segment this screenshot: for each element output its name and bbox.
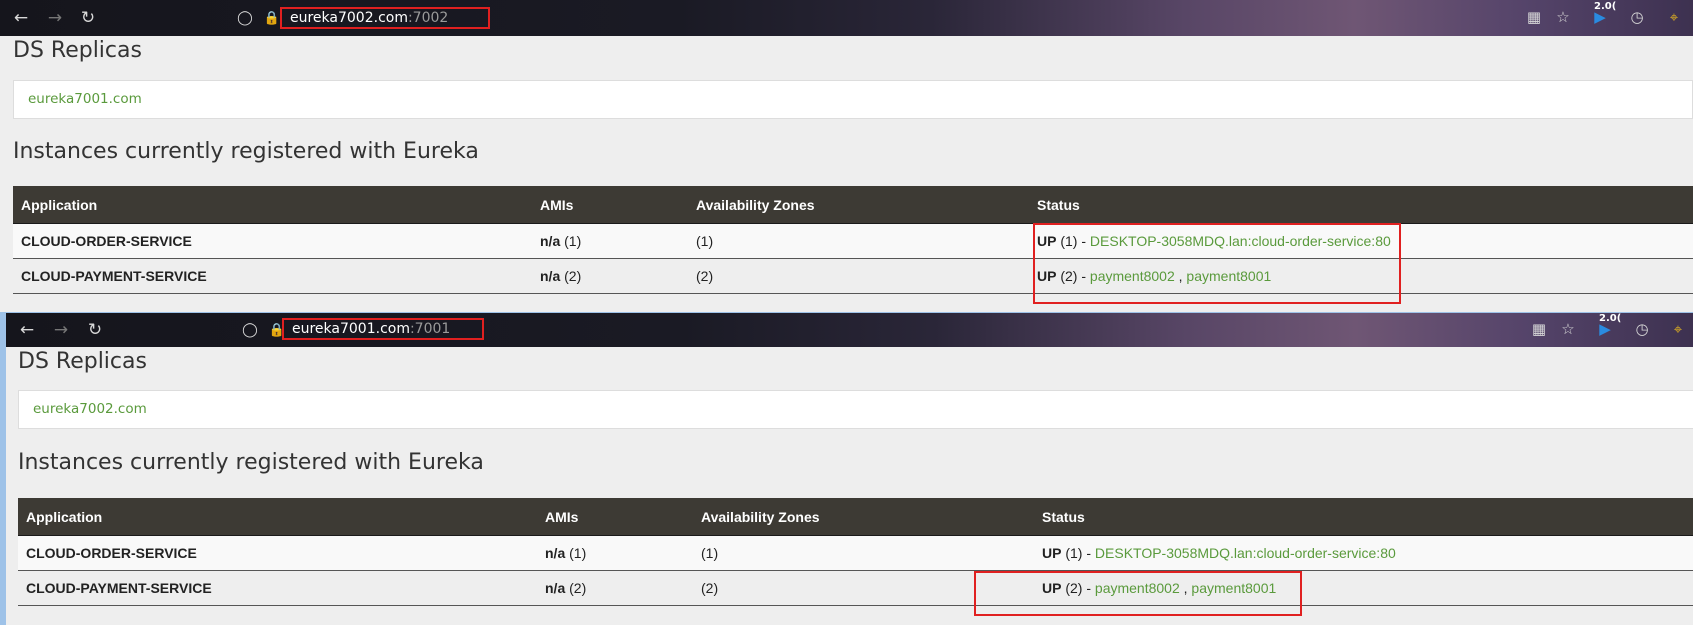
instance-link[interactable]: payment8002 [1090, 268, 1175, 284]
ami-cell: n/a (2) [532, 258, 688, 294]
zones-cell: (1) [688, 223, 1029, 259]
column-header-zones: Availability Zones [693, 498, 1034, 536]
replica-link[interactable]: eureka7002.com [33, 401, 147, 417]
application-name: CLOUD-PAYMENT-SERVICE [18, 570, 537, 606]
browser-toolbar: ← → ↻ ◯ 🔒 eureka7001.com:7001 ▦ ☆ ▶ 2.0(… [6, 313, 1693, 347]
ami-cell: n/a (1) [532, 223, 688, 259]
extension-badge: 2.0( [1594, 1, 1617, 12]
clock-icon[interactable]: ◷ [1627, 7, 1647, 27]
column-header-zones: Availability Zones [688, 186, 1029, 224]
ami-count: (1) [560, 233, 582, 249]
ami-na: n/a [540, 233, 561, 249]
status-count: (2) - [1056, 268, 1090, 284]
back-arrow-icon[interactable]: ← [9, 6, 33, 30]
column-header-amis: AMIs [532, 186, 688, 224]
qr-code-icon[interactable]: ▦ [1529, 319, 1549, 339]
status-up: UP [1042, 580, 1062, 596]
reload-icon[interactable]: ↻ [76, 6, 100, 30]
back-arrow-icon[interactable]: ← [15, 318, 39, 342]
column-header-application: Application [13, 186, 532, 224]
instances-table: Application AMIs Availability Zones Stat… [18, 498, 1693, 606]
link-separator: , [1174, 268, 1187, 284]
ami-na: n/a [545, 545, 566, 561]
shield-icon[interactable]: ◯ [238, 318, 262, 342]
column-header-application: Application [18, 498, 537, 536]
table-row: CLOUD-ORDER-SERVICE n/a (1) (1) UP (1) -… [18, 535, 1693, 571]
zones-cell: (1) [693, 535, 1034, 571]
status-up: UP [1042, 545, 1062, 561]
instance-link[interactable]: payment8001 [1191, 580, 1276, 596]
table-row: CLOUD-ORDER-SERVICE n/a (1) (1) UP (1) -… [13, 223, 1693, 259]
ami-cell: n/a (2) [537, 570, 693, 606]
url-host: eureka7001.com [292, 321, 410, 337]
instance-link[interactable]: payment8001 [1186, 268, 1271, 284]
address-bar[interactable]: eureka7001.com:7001 [282, 318, 484, 340]
ami-na: n/a [545, 580, 566, 596]
status-cell: UP (1) - DESKTOP-3058MDQ.lan:cloud-order… [1029, 223, 1693, 259]
application-name: CLOUD-PAYMENT-SERVICE [13, 258, 532, 294]
crop-icon[interactable]: ⌖ [1664, 7, 1684, 27]
instance-link[interactable]: DESKTOP-3058MDQ.lan:cloud-order-service:… [1095, 545, 1396, 561]
bookmark-star-icon[interactable]: ☆ [1558, 319, 1578, 339]
status-up: UP [1037, 233, 1057, 249]
forward-arrow-icon[interactable]: → [43, 6, 67, 30]
ds-replicas-heading: DS Replicas [13, 38, 142, 63]
browser-window-7001: ← → ↻ ◯ 🔒 eureka7001.com:7001 ▦ ☆ ▶ 2.0(… [0, 312, 1693, 625]
qr-code-icon[interactable]: ▦ [1524, 7, 1544, 27]
application-name: CLOUD-ORDER-SERVICE [18, 535, 537, 571]
reload-icon[interactable]: ↻ [83, 318, 107, 342]
ami-cell: n/a (1) [537, 535, 693, 571]
table-header-row: Application AMIs Availability Zones Stat… [13, 186, 1693, 224]
column-header-amis: AMIs [537, 498, 693, 536]
url-port: :7002 [407, 10, 449, 26]
ami-count: (2) [560, 268, 582, 284]
instances-heading: Instances currently registered with Eure… [18, 450, 484, 475]
zones-cell: (2) [688, 258, 1029, 294]
clock-icon[interactable]: ◷ [1632, 319, 1652, 339]
ami-count: (1) [565, 545, 587, 561]
ami-count: (2) [565, 580, 587, 596]
browser-window-7002: ← → ↻ ◯ 🔒 eureka7002.com:7002 ▦ ☆ ▶ 2.0(… [0, 0, 1693, 312]
instance-link[interactable]: DESKTOP-3058MDQ.lan:cloud-order-service:… [1090, 233, 1391, 249]
extension-badge: 2.0( [1599, 313, 1622, 324]
instances-heading: Instances currently registered with Eure… [13, 139, 479, 164]
status-count: (2) - [1061, 580, 1095, 596]
status-count: (1) - [1056, 233, 1090, 249]
application-name: CLOUD-ORDER-SERVICE [13, 223, 532, 259]
crop-icon[interactable]: ⌖ [1668, 319, 1688, 339]
shield-icon[interactable]: ◯ [233, 6, 257, 30]
address-bar[interactable]: eureka7002.com:7002 [280, 7, 490, 29]
replica-link[interactable]: eureka7001.com [28, 91, 142, 107]
status-count: (1) - [1061, 545, 1095, 561]
column-header-status: Status [1034, 498, 1693, 536]
replica-list: eureka7002.com [18, 390, 1693, 429]
url-port: :7001 [409, 321, 451, 337]
zones-cell: (2) [693, 570, 1034, 606]
status-up: UP [1037, 268, 1057, 284]
status-cell: UP (1) - DESKTOP-3058MDQ.lan:cloud-order… [1034, 535, 1693, 571]
replica-list: eureka7001.com [13, 80, 1693, 119]
instance-link[interactable]: payment8002 [1095, 580, 1180, 596]
table-row: CLOUD-PAYMENT-SERVICE n/a (2) (2) UP (2)… [13, 258, 1693, 294]
bookmark-star-icon[interactable]: ☆ [1553, 7, 1573, 27]
table-row: CLOUD-PAYMENT-SERVICE n/a (2) (2) UP (2)… [18, 570, 1693, 606]
column-header-status: Status [1029, 186, 1693, 224]
link-separator: , [1179, 580, 1192, 596]
table-header-row: Application AMIs Availability Zones Stat… [18, 498, 1693, 536]
browser-toolbar: ← → ↻ ◯ 🔒 eureka7002.com:7002 ▦ ☆ ▶ 2.0(… [0, 0, 1693, 36]
url-host: eureka7002.com [290, 10, 408, 26]
ds-replicas-heading: DS Replicas [18, 349, 147, 374]
status-cell: UP (2) - payment8002 , payment8001 [1034, 570, 1693, 606]
instances-table: Application AMIs Availability Zones Stat… [13, 186, 1693, 294]
status-cell: UP (2) - payment8002 , payment8001 [1029, 258, 1693, 294]
ami-na: n/a [540, 268, 561, 284]
forward-arrow-icon[interactable]: → [49, 318, 73, 342]
